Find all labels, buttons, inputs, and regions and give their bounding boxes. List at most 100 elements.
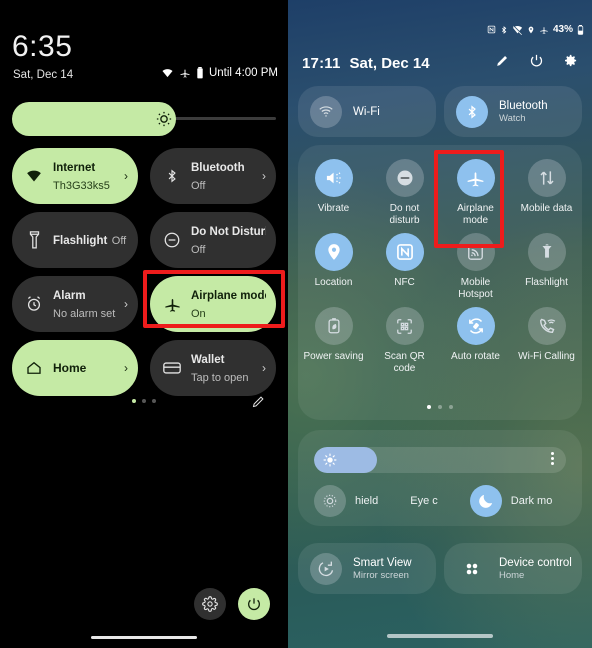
- power-icon[interactable]: [238, 588, 270, 620]
- brightness-icon: [323, 453, 337, 467]
- qs-vibrate[interactable]: Vibrate: [298, 159, 369, 227]
- kebab-menu-icon[interactable]: [551, 452, 554, 465]
- wifi-off-icon: [512, 24, 523, 35]
- brightness-slider[interactable]: [314, 447, 566, 473]
- gear-icon[interactable]: [563, 53, 578, 73]
- tile-flashlight[interactable]: Flashlight Off: [12, 212, 138, 268]
- qs-do-not-disturb[interactable]: Do not disturb: [369, 159, 440, 227]
- location-icon: [314, 233, 353, 271]
- tile-text: Home: [53, 340, 122, 396]
- tile-wifi[interactable]: Wi-Fi: [298, 86, 436, 137]
- qs-label: Flashlight: [525, 277, 568, 288]
- page-dot-1[interactable]: [132, 399, 136, 403]
- qs-power-saving[interactable]: Power saving: [298, 307, 369, 375]
- airplane-icon: [539, 25, 549, 35]
- chevron-right-icon[interactable]: ›: [262, 361, 266, 375]
- wifi-icon: [161, 68, 174, 79]
- tile-text: Alarm No alarm set: [53, 286, 122, 322]
- tile-internet[interactable]: Internet Th3G33ks5 ›: [12, 148, 138, 204]
- hotspot-icon: [456, 233, 495, 271]
- quick-tile-grid: Internet Th3G33ks5 › Bluetooth Off › Fla…: [12, 148, 276, 396]
- tile-title: Alarm: [53, 290, 86, 302]
- tile-text: Device control Home: [499, 556, 572, 582]
- tile-home[interactable]: Home ›: [12, 340, 138, 396]
- qr-code-icon: [385, 307, 424, 345]
- tile-text: Wi-Fi: [353, 105, 380, 119]
- kebab-dot: [551, 452, 554, 455]
- qs-mobile-data[interactable]: Mobile data: [511, 159, 582, 227]
- qs-mobile-hotspot[interactable]: Mobile Hotspot: [440, 233, 511, 301]
- chevron-right-icon[interactable]: ›: [124, 297, 128, 311]
- tile-title: Do Not Disturb: [191, 226, 266, 238]
- tile-subtitle: On: [191, 308, 206, 320]
- tile-subtitle: Off: [191, 244, 206, 256]
- flashlight-icon: [527, 233, 566, 271]
- qs-label: Vibrate: [317, 203, 350, 214]
- dual-screenshot: 6:35 Sat, Dec 14 Until 4:00 PM Internet …: [0, 0, 592, 648]
- tile-bluetooth[interactable]: Bluetooth Watch: [444, 86, 582, 137]
- tile-text: Wallet Tap to open: [191, 350, 260, 386]
- tile-subtitle: Home: [499, 569, 525, 581]
- page-dot-3[interactable]: [152, 399, 156, 403]
- do-not-disturb-icon: [385, 159, 424, 197]
- tile-text: Airplane mode On: [191, 286, 266, 322]
- tile-subtitle: Th3G33ks5: [53, 180, 110, 192]
- qs-scan-qr-code[interactable]: Scan QR code: [369, 307, 440, 375]
- page-dot-1[interactable]: [427, 405, 431, 409]
- device-control-icon: [456, 553, 488, 585]
- page-dot-3[interactable]: [449, 405, 453, 409]
- tile-title: Wi-Fi: [353, 105, 380, 118]
- tile-airplane-mode[interactable]: Airplane mode On: [150, 276, 276, 332]
- qs-flashlight[interactable]: Flashlight: [511, 233, 582, 301]
- page-dot-2[interactable]: [142, 399, 146, 403]
- tile-subtitle: No alarm set: [53, 308, 116, 320]
- chevron-right-icon[interactable]: ›: [124, 169, 128, 183]
- gear-icon[interactable]: [194, 588, 226, 620]
- pencil-icon[interactable]: [251, 394, 266, 409]
- qs-airplane-mode[interactable]: Airplane mode: [440, 159, 511, 227]
- home-indicator: [91, 636, 197, 639]
- do-not-disturb-icon: [162, 230, 182, 250]
- smart-view-icon: [310, 552, 342, 585]
- android-quick-settings-panel: 6:35 Sat, Dec 14 Until 4:00 PM Internet …: [0, 0, 288, 648]
- power-saving-icon: [314, 307, 353, 345]
- qs-wifi-calling[interactable]: Wi-Fi Calling: [511, 307, 582, 375]
- tile-smart-view[interactable]: Smart View Mirror screen: [298, 543, 436, 594]
- page-indicator[interactable]: [298, 405, 582, 409]
- chevron-right-icon[interactable]: ›: [262, 169, 266, 183]
- kebab-dot: [551, 462, 554, 465]
- tile-bluetooth[interactable]: Bluetooth Off ›: [150, 148, 276, 204]
- location-icon: [527, 25, 535, 35]
- battery-time-label: Until 4:00 PM: [208, 67, 278, 79]
- mode-eye-comfort-shield[interactable]: hield: [314, 485, 378, 517]
- tile-device-control[interactable]: Device control Home: [444, 543, 582, 594]
- date-label: Sat, Dec 14: [13, 69, 74, 81]
- tile-subtitle: Off: [191, 180, 206, 192]
- tile-title: Airplane mode: [191, 290, 266, 302]
- qs-auto-rotate[interactable]: Auto rotate: [440, 307, 511, 375]
- tile-text: Do Not Disturb Off: [191, 222, 266, 258]
- display-modes-row[interactable]: hield Eye c Dark mo: [314, 482, 582, 520]
- tile-wallet[interactable]: Wallet Tap to open ›: [150, 340, 276, 396]
- tile-alarm[interactable]: Alarm No alarm set ›: [12, 276, 138, 332]
- wifi-calling-icon: [527, 307, 566, 345]
- page-dot-2[interactable]: [438, 405, 442, 409]
- qs-label: Wi-Fi Calling: [518, 351, 575, 362]
- qs-location[interactable]: Location: [298, 233, 369, 301]
- pencil-icon[interactable]: [495, 53, 510, 73]
- mode-label: hield: [355, 495, 379, 507]
- tile-subtitle: Watch: [499, 112, 526, 124]
- page-indicator[interactable]: [0, 399, 288, 403]
- header-actions: [495, 53, 578, 73]
- mode-eye-comfort-partial[interactable]: Eye c: [410, 495, 438, 507]
- qs-nfc[interactable]: NFC: [369, 233, 440, 301]
- power-icon[interactable]: [529, 53, 544, 73]
- brightness-slider[interactable]: [12, 102, 276, 136]
- nfc-icon: [385, 233, 424, 271]
- tile-do-not-disturb[interactable]: Do Not Disturb Off: [150, 212, 276, 268]
- wifi-icon: [24, 166, 44, 186]
- chevron-right-icon[interactable]: ›: [124, 361, 128, 375]
- tile-text: Internet Th3G33ks5: [53, 158, 122, 194]
- qs-label: Location: [314, 277, 353, 288]
- mode-dark-mode[interactable]: Dark mo: [469, 485, 552, 517]
